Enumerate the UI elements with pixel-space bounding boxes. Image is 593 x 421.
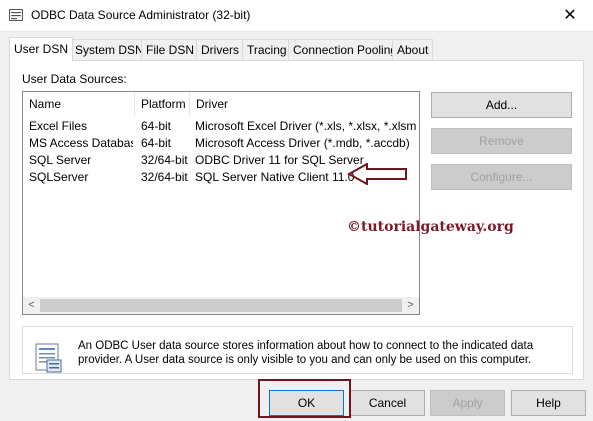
window-title: ODBC Data Source Administrator (32-bit): [31, 8, 251, 22]
help-button[interactable]: Help: [511, 390, 586, 416]
configure-button[interactable]: Configure...: [431, 164, 572, 190]
list-item[interactable]: MS Access Database 64-bit Microsoft Acce…: [23, 135, 419, 152]
scrollbar-thumb[interactable]: [40, 299, 402, 312]
info-box: An ODBC User data source stores informat…: [22, 326, 573, 374]
cancel-button[interactable]: Cancel: [350, 390, 425, 416]
tab-tracing[interactable]: Tracing: [242, 39, 292, 59]
tab-system-dsn[interactable]: System DSN: [70, 39, 149, 59]
column-header-name[interactable]: Name: [23, 92, 135, 116]
row-platform: 32/64-bit: [141, 153, 188, 167]
horizontal-scrollbar[interactable]: < >: [23, 297, 419, 314]
tab-user-dsn[interactable]: User DSN: [9, 37, 74, 61]
row-driver: Microsoft Excel Driver (*.xls, *.xlsx, *…: [195, 119, 417, 133]
apply-button[interactable]: Apply: [430, 390, 505, 416]
row-name: SQLServer: [29, 170, 89, 184]
scroll-left-icon[interactable]: <: [23, 297, 40, 314]
row-platform: 64-bit: [141, 136, 172, 150]
ok-highlight-box: [258, 379, 351, 418]
tab-connection-pooling[interactable]: Connection Pooling: [288, 39, 403, 59]
scroll-right-icon[interactable]: >: [402, 297, 419, 314]
column-header-driver[interactable]: Driver: [190, 92, 419, 116]
remove-button[interactable]: Remove: [431, 128, 572, 154]
odbc-app-icon: [9, 9, 23, 21]
close-icon: ✕: [563, 7, 577, 24]
row-driver: Microsoft Access Driver (*.mdb, *.accdb): [195, 136, 410, 150]
data-source-info-icon: [35, 343, 62, 373]
annotation-arrow-icon: [347, 163, 407, 185]
user-data-sources-label: User Data Sources:: [22, 72, 127, 86]
column-header-platform[interactable]: Platform: [135, 92, 190, 116]
add-button[interactable]: Add...: [431, 92, 572, 118]
row-name: Excel Files: [29, 119, 88, 133]
list-item[interactable]: Excel Files 64-bit Microsoft Excel Drive…: [23, 118, 419, 135]
tab-about[interactable]: About: [392, 39, 434, 59]
tab-drivers[interactable]: Drivers: [196, 39, 244, 59]
data-sources-list[interactable]: Name Platform Driver Excel Files 64-bit …: [22, 91, 420, 315]
row-name: SQL Server: [29, 153, 92, 167]
row-platform: 32/64-bit: [141, 170, 188, 184]
watermark: ©tutorialgateway.org: [347, 219, 514, 235]
row-platform: 64-bit: [141, 119, 172, 133]
tab-file-dsn[interactable]: File DSN: [141, 39, 200, 59]
title-bar: ODBC Data Source Administrator (32-bit) …: [0, 0, 593, 31]
row-name: MS Access Database: [29, 136, 133, 150]
info-description: An ODBC User data source stores informat…: [78, 340, 534, 366]
close-window-button[interactable]: ✕: [547, 0, 593, 31]
